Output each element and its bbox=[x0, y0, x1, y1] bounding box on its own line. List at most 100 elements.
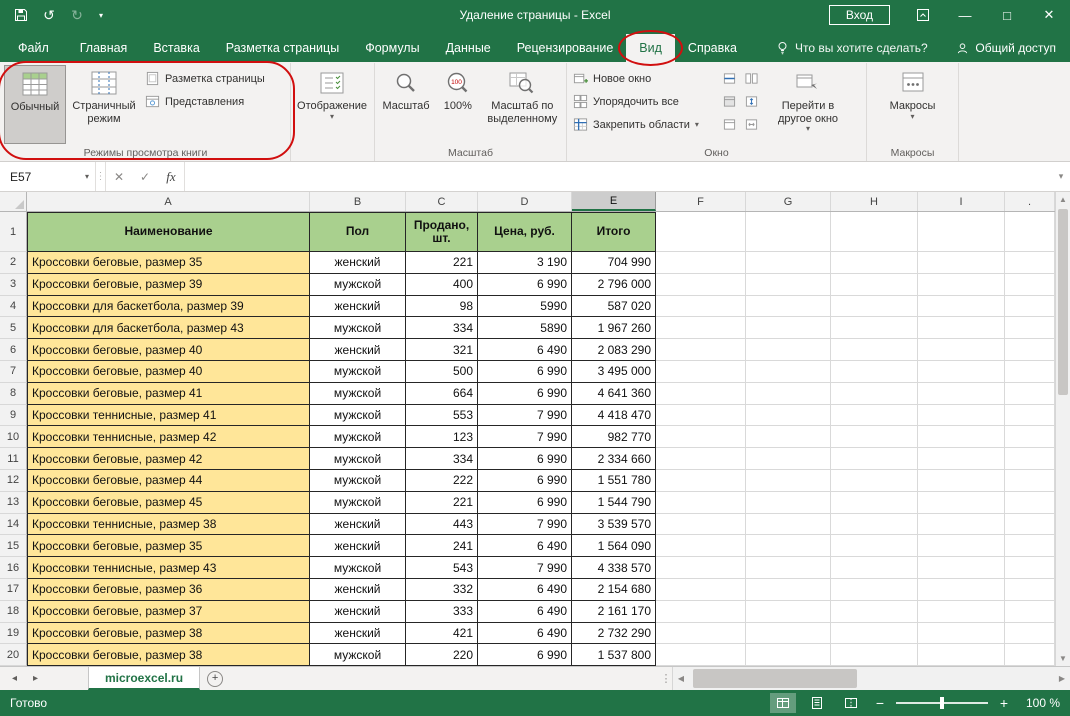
row-header-12[interactable]: 12 bbox=[0, 470, 27, 492]
cell[interactable]: 1 551 780 bbox=[572, 470, 656, 492]
cell[interactable] bbox=[746, 470, 831, 492]
cell[interactable]: женский bbox=[310, 252, 406, 274]
cell[interactable] bbox=[746, 252, 831, 274]
cell[interactable] bbox=[656, 361, 746, 383]
cell[interactable]: 421 bbox=[406, 623, 478, 645]
vertical-scrollbar[interactable]: ▲ ▼ bbox=[1055, 192, 1070, 666]
cell[interactable] bbox=[1005, 426, 1055, 448]
cell[interactable] bbox=[746, 339, 831, 361]
cell[interactable]: Кроссовки для баскетбола, размер 43 bbox=[27, 317, 310, 339]
cell[interactable]: 664 bbox=[406, 383, 478, 405]
close-button[interactable]: ✕ bbox=[1028, 0, 1070, 30]
unhide-window-button[interactable] bbox=[718, 114, 740, 135]
cell[interactable] bbox=[1005, 514, 1055, 536]
cell[interactable]: 1 544 790 bbox=[572, 492, 656, 514]
cell[interactable]: 2 334 660 bbox=[572, 448, 656, 470]
cell[interactable]: Кроссовки беговые, размер 35 bbox=[27, 535, 310, 557]
cell[interactable] bbox=[1005, 405, 1055, 427]
cell[interactable] bbox=[831, 579, 918, 601]
column-header-E[interactable]: E bbox=[572, 192, 656, 211]
page-break-preview-button[interactable]: Страничный режим bbox=[66, 65, 142, 144]
cell[interactable] bbox=[656, 492, 746, 514]
horizontal-scroll-thumb[interactable] bbox=[693, 669, 857, 688]
row-header-20[interactable]: 20 bbox=[0, 644, 27, 666]
cell[interactable]: 1 564 090 bbox=[572, 535, 656, 557]
cell[interactable]: женский bbox=[310, 296, 406, 318]
cell[interactable]: Кроссовки беговые, размер 41 bbox=[27, 383, 310, 405]
tab-file[interactable]: Файл bbox=[0, 34, 67, 62]
cell[interactable]: 7 990 bbox=[478, 514, 572, 536]
cell[interactable]: женский bbox=[310, 535, 406, 557]
cell[interactable]: 2 796 000 bbox=[572, 274, 656, 296]
row-header-14[interactable]: 14 bbox=[0, 514, 27, 536]
page-layout-view-button[interactable]: Разметка страницы bbox=[142, 68, 268, 89]
login-button[interactable]: Вход bbox=[829, 5, 890, 25]
cell[interactable] bbox=[918, 274, 1005, 296]
cell[interactable]: мужской bbox=[310, 317, 406, 339]
cell[interactable]: 4 418 470 bbox=[572, 405, 656, 427]
cell[interactable]: 221 bbox=[406, 252, 478, 274]
cell[interactable] bbox=[918, 492, 1005, 514]
row-header-3[interactable]: 3 bbox=[0, 274, 27, 296]
cell[interactable]: мужской bbox=[310, 492, 406, 514]
enter-button[interactable]: ✓ bbox=[132, 162, 158, 191]
cell[interactable] bbox=[1005, 623, 1055, 645]
cell[interactable]: 2 083 290 bbox=[572, 339, 656, 361]
sheet-nav-left-button[interactable]: ◂ bbox=[12, 673, 17, 684]
view-page-break-button[interactable] bbox=[838, 693, 864, 713]
hide-window-button[interactable] bbox=[718, 91, 740, 112]
cell[interactable]: Кроссовки беговые, размер 37 bbox=[27, 601, 310, 623]
cell[interactable] bbox=[746, 579, 831, 601]
cell[interactable] bbox=[746, 623, 831, 645]
new-window-button[interactable]: Новое окно bbox=[570, 68, 718, 89]
cell[interactable] bbox=[656, 470, 746, 492]
cell[interactable] bbox=[831, 514, 918, 536]
cell[interactable]: Кроссовки теннисные, размер 41 bbox=[27, 405, 310, 427]
cell[interactable] bbox=[1005, 317, 1055, 339]
horizontal-scroll-track[interactable] bbox=[689, 667, 1054, 690]
row-header-1[interactable]: 1 bbox=[0, 212, 27, 252]
cell[interactable]: мужской bbox=[310, 383, 406, 405]
formula-input[interactable] bbox=[184, 162, 1052, 191]
cell[interactable] bbox=[656, 644, 746, 666]
cell[interactable] bbox=[918, 448, 1005, 470]
zoom-in-button[interactable]: + bbox=[996, 695, 1012, 711]
scroll-right-button[interactable]: ▶ bbox=[1054, 667, 1070, 690]
cell[interactable]: 5990 bbox=[478, 296, 572, 318]
cell[interactable] bbox=[918, 535, 1005, 557]
cell[interactable]: 6 490 bbox=[478, 623, 572, 645]
row-header-16[interactable]: 16 bbox=[0, 557, 27, 579]
cell[interactable] bbox=[831, 623, 918, 645]
cell[interactable] bbox=[831, 405, 918, 427]
cell[interactable] bbox=[1005, 252, 1055, 274]
cell[interactable] bbox=[918, 252, 1005, 274]
cell[interactable]: Кроссовки беговые, размер 35 bbox=[27, 252, 310, 274]
cell[interactable] bbox=[918, 644, 1005, 666]
tab-page-layout[interactable]: Разметка страницы bbox=[213, 34, 352, 62]
cell[interactable] bbox=[1005, 470, 1055, 492]
tab-insert[interactable]: Вставка bbox=[140, 34, 212, 62]
cell[interactable] bbox=[1005, 492, 1055, 514]
cell[interactable]: Итого bbox=[572, 212, 656, 252]
column-header-.[interactable]: . bbox=[1005, 192, 1055, 211]
cell[interactable]: 6 990 bbox=[478, 383, 572, 405]
freeze-panes-button[interactable]: Закрепить области ▾ bbox=[570, 114, 718, 135]
cell[interactable]: 6 990 bbox=[478, 644, 572, 666]
cell[interactable] bbox=[831, 383, 918, 405]
cell[interactable] bbox=[656, 623, 746, 645]
cell[interactable] bbox=[746, 601, 831, 623]
cell[interactable]: мужской bbox=[310, 405, 406, 427]
cell[interactable] bbox=[831, 252, 918, 274]
cell[interactable]: 7 990 bbox=[478, 557, 572, 579]
cell[interactable] bbox=[1005, 296, 1055, 318]
view-page-layout-button[interactable] bbox=[804, 693, 830, 713]
cell[interactable] bbox=[746, 557, 831, 579]
cell[interactable]: Кроссовки для баскетбола, размер 39 bbox=[27, 296, 310, 318]
cell[interactable]: Кроссовки беговые, размер 39 bbox=[27, 274, 310, 296]
cell[interactable] bbox=[746, 212, 831, 252]
cell[interactable]: Кроссовки беговые, размер 40 bbox=[27, 361, 310, 383]
reset-window-position-button[interactable] bbox=[740, 114, 762, 135]
tab-help[interactable]: Справка bbox=[675, 34, 750, 62]
cell[interactable]: 2 154 680 bbox=[572, 579, 656, 601]
maximize-button[interactable]: □ bbox=[986, 0, 1028, 30]
